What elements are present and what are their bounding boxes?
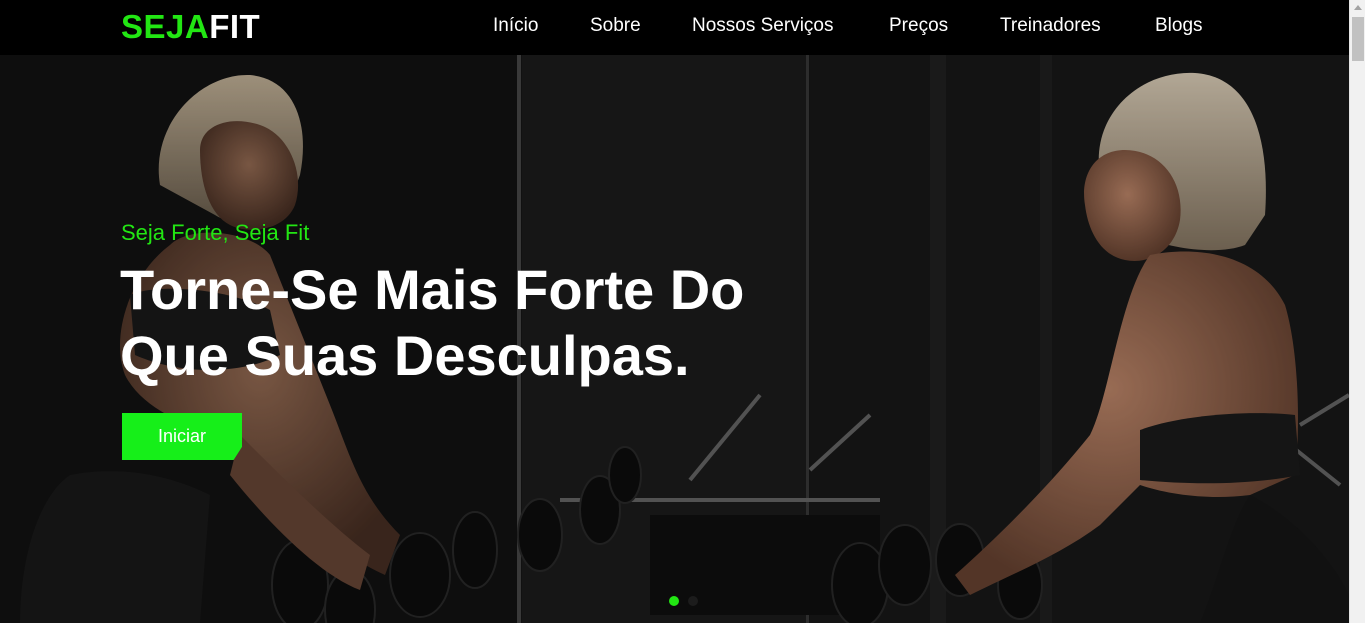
site-logo[interactable]: SEJAFIT — [121, 9, 260, 45]
hero-headline: Torne-Se Mais Forte Do Que Suas Desculpa… — [120, 257, 820, 389]
logo-part-seja: SEJA — [121, 8, 210, 45]
start-button[interactable]: Iniciar — [122, 413, 242, 460]
nav-link-servicos[interactable]: Nossos Serviços — [692, 15, 834, 37]
hero-headline-line-2: Que Suas Desculpas. — [120, 324, 690, 387]
hero-banner: Seja Forte, Seja Fit Torne-Se Mais Forte… — [0, 55, 1349, 623]
top-navbar: SEJAFIT Início Sobre Nossos Serviços Pre… — [0, 0, 1349, 55]
nav-link-treinadores[interactable]: Treinadores — [1000, 15, 1101, 37]
nav-link-sobre[interactable]: Sobre — [590, 15, 641, 37]
carousel-dot-2[interactable] — [688, 596, 698, 606]
logo-part-fit: FIT — [209, 8, 261, 45]
page-scrollbar[interactable] — [1349, 0, 1365, 623]
hero-content: Seja Forte, Seja Fit Torne-Se Mais Forte… — [0, 55, 1349, 623]
scroll-thumb[interactable] — [1352, 17, 1364, 61]
carousel-indicators — [669, 596, 698, 606]
nav-link-inicio[interactable]: Início — [493, 15, 538, 37]
hero-headline-line-1: Torne-Se Mais Forte Do — [120, 258, 745, 321]
nav-link-blogs[interactable]: Blogs — [1155, 15, 1203, 37]
scroll-up-icon[interactable] — [1354, 5, 1362, 10]
hero-subtitle: Seja Forte, Seja Fit — [121, 220, 310, 245]
nav-link-precos[interactable]: Preços — [889, 15, 948, 37]
carousel-dot-1[interactable] — [669, 596, 679, 606]
